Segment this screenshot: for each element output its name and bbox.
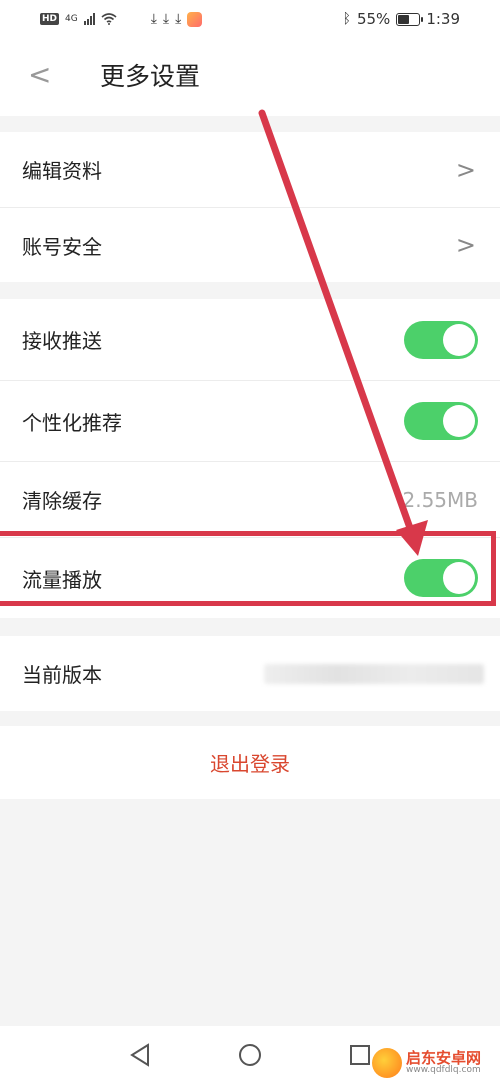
- wifi-icon: [101, 13, 117, 25]
- settings-group-about: 当前版本: [0, 636, 500, 711]
- download-icon: ⤓: [175, 11, 182, 27]
- nav-recents-icon[interactable]: [345, 1040, 375, 1070]
- download-icon: ⤓: [162, 11, 170, 27]
- version-value-redacted: [264, 663, 484, 684]
- battery-icon: [396, 12, 424, 26]
- clock: 1:39: [426, 10, 460, 28]
- row-label: 当前版本: [22, 663, 102, 687]
- row-label: 账号安全: [22, 234, 102, 259]
- row-label: 编辑资料: [22, 159, 102, 183]
- nav-home-icon[interactable]: [235, 1040, 265, 1070]
- annotation-highlight-box: [0, 531, 496, 606]
- network-type: 4G: [65, 14, 78, 24]
- logout-button[interactable]: 退出登录: [0, 726, 500, 799]
- watermark: 启东安卓网 www.qdfdlq.com: [372, 1048, 481, 1078]
- app-notification-icon: [187, 11, 203, 27]
- nav-back-icon[interactable]: [125, 1040, 155, 1070]
- settings-group-account: 编辑资料 > 账号安全 >: [0, 132, 500, 282]
- row-clear-cache[interactable]: 清除缓存 2.55MB: [0, 461, 500, 537]
- row-label: 接收推送: [22, 329, 102, 353]
- watermark-logo-icon: [372, 1048, 402, 1078]
- header: < 更多设置: [0, 38, 500, 116]
- logout-label: 退出登录: [210, 752, 290, 776]
- watermark-name: 启东安卓网: [406, 1049, 482, 1067]
- personalized-toggle[interactable]: [404, 402, 478, 440]
- back-button[interactable]: <: [28, 60, 51, 90]
- cache-size: 2.55MB: [402, 487, 478, 512]
- status-bar: HD 4G ⤓ ⤓ ⤓ ᛒ 55% 1:39: [0, 0, 500, 38]
- bluetooth-icon: ᛒ: [342, 11, 351, 27]
- chevron-right-icon: >: [455, 155, 476, 184]
- hd-badge: HD: [40, 13, 60, 25]
- battery-percent: 55%: [356, 10, 391, 28]
- signal-icon: [83, 13, 95, 25]
- row-edit-profile[interactable]: 编辑资料 >: [0, 132, 500, 207]
- row-label: 清除缓存: [22, 489, 102, 513]
- download-icon: ⤓: [150, 11, 157, 27]
- row-receive-push: 接收推送: [0, 299, 500, 380]
- row-current-version: 当前版本: [0, 636, 500, 711]
- row-personalized-recommend: 个性化推荐: [0, 380, 500, 461]
- row-account-security[interactable]: 账号安全 >: [0, 207, 500, 282]
- page-title: 更多设置: [100, 62, 201, 91]
- chevron-right-icon: >: [455, 231, 476, 259]
- watermark-url: www.qdfdlq.com: [406, 1065, 481, 1075]
- row-label: 个性化推荐: [22, 410, 122, 435]
- push-toggle[interactable]: [404, 320, 478, 359]
